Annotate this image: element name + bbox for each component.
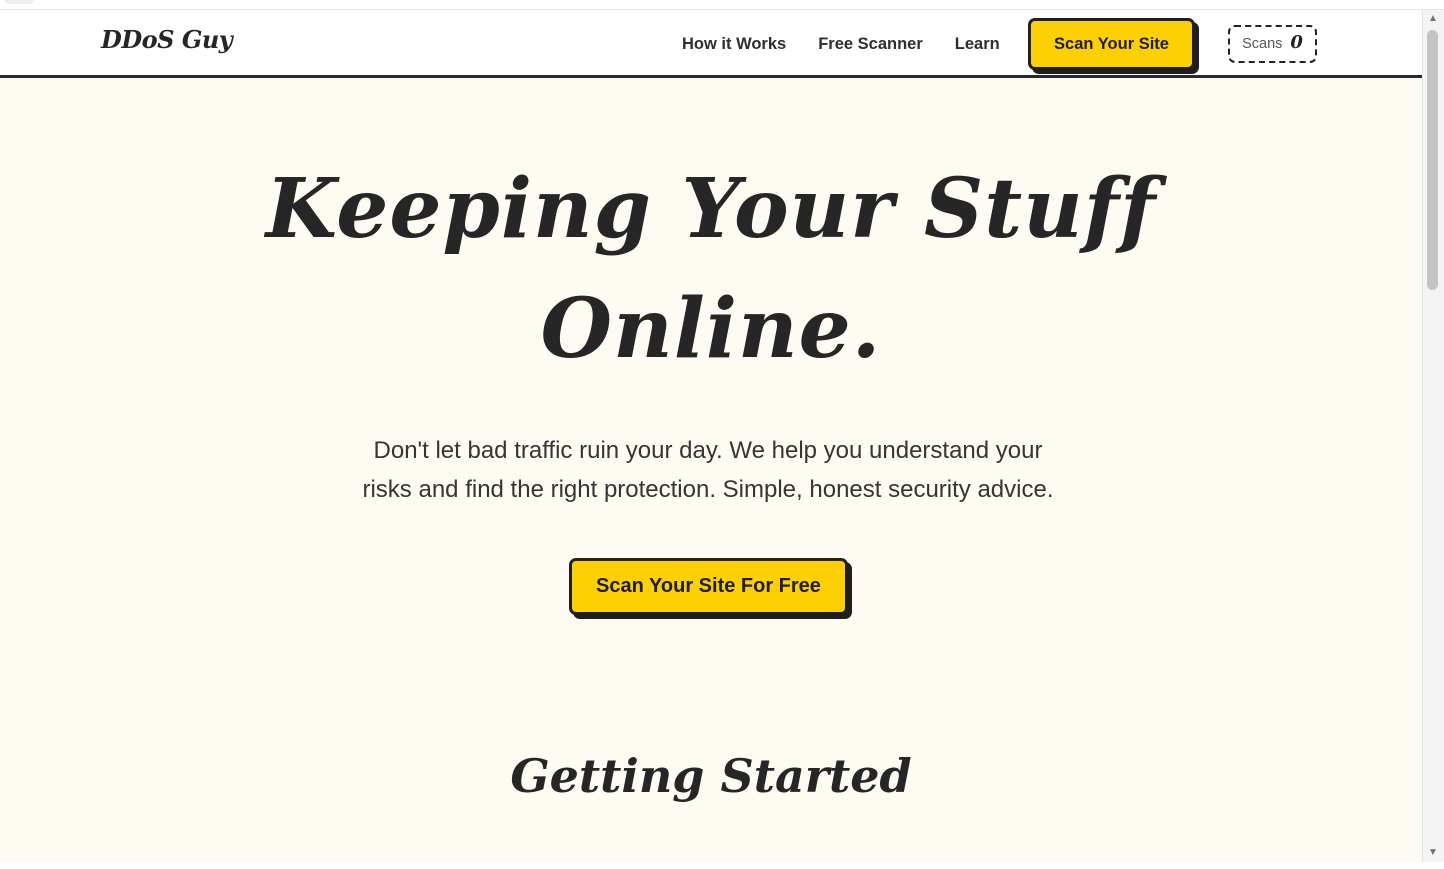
- hero-subtitle-line-1: Don't let bad traffic ruin your day. We …: [373, 437, 1043, 464]
- main-nav: How it Works Free Scanner Learn: [682, 35, 1000, 54]
- site-logo[interactable]: DDoS Guy: [101, 25, 233, 54]
- browser-bottom-strip: [0, 862, 1444, 869]
- getting-started-heading: Getting Started: [510, 749, 912, 803]
- hero-title-line-2: Online.: [540, 281, 882, 377]
- page-viewport: DDoS Guy How it Works Free Scanner Learn…: [0, 0, 1422, 862]
- scans-label: Scans: [1242, 36, 1283, 52]
- scans-counter: Scans 0: [1228, 25, 1317, 63]
- scroll-down-arrow-icon[interactable]: ▼: [1428, 848, 1438, 858]
- scroll-up-arrow-icon[interactable]: ▲: [1428, 14, 1438, 24]
- tab-nub: [4, 0, 34, 4]
- hero-title: Keeping Your Stuff Online.: [0, 149, 1422, 389]
- nav-link-free-scanner[interactable]: Free Scanner: [818, 35, 923, 54]
- hero-subtitle: Don't let bad traffic ruin your day. We …: [311, 431, 1105, 509]
- scan-your-site-button[interactable]: Scan Your Site: [1028, 18, 1195, 70]
- site-header: DDoS Guy How it Works Free Scanner Learn…: [0, 11, 1422, 78]
- scan-free-button[interactable]: Scan Your Site For Free: [569, 558, 848, 615]
- nav-link-learn[interactable]: Learn: [955, 35, 1000, 54]
- scans-count: 0: [1290, 31, 1303, 53]
- scrollbar-thumb[interactable]: [1427, 30, 1438, 290]
- hero-subtitle-line-2: risks and find the right protection. Sim…: [362, 476, 1054, 503]
- vertical-scrollbar[interactable]: ▲ ▼: [1422, 10, 1444, 862]
- hero-title-line-1: Keeping Your Stuff: [265, 161, 1157, 257]
- nav-link-how-it-works[interactable]: How it Works: [682, 35, 786, 54]
- browser-top-strip: [0, 0, 1444, 10]
